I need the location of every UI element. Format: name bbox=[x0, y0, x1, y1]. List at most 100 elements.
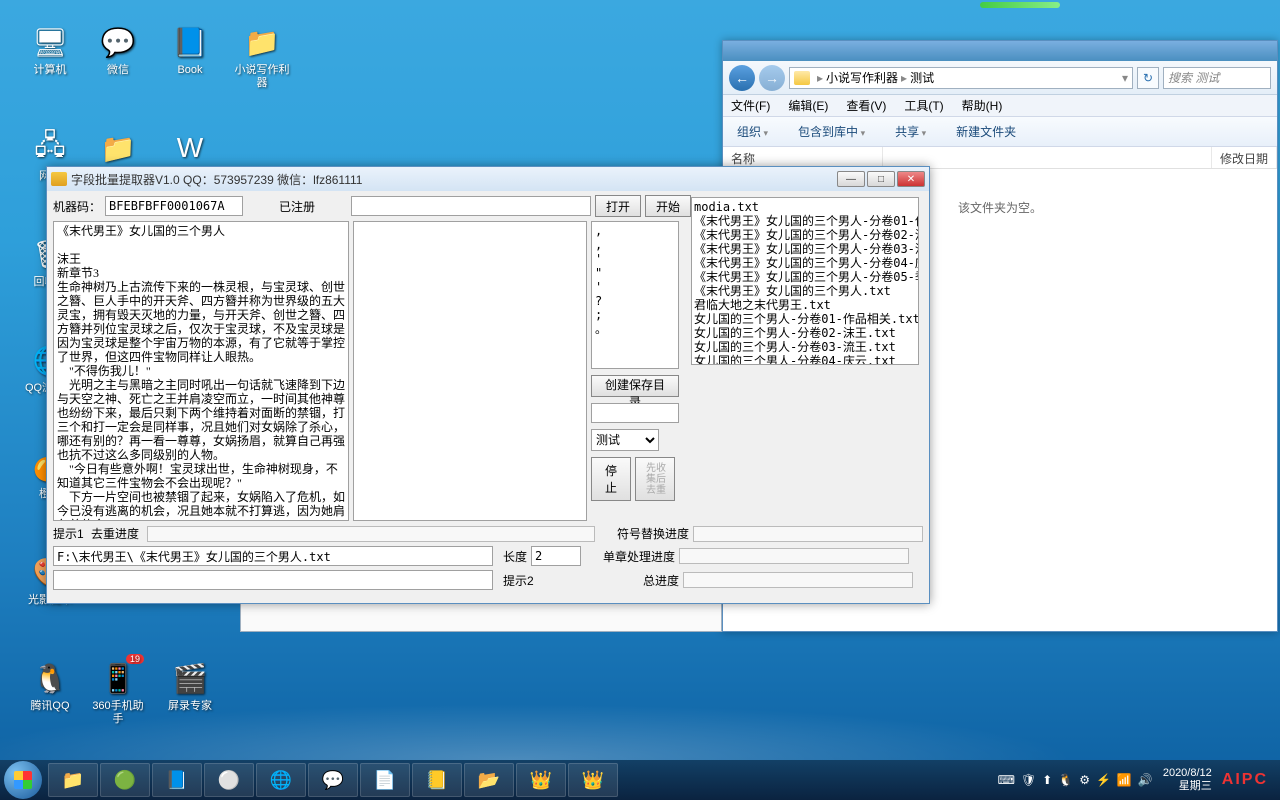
explorer-titlebar[interactable] bbox=[723, 41, 1277, 61]
bottom-input[interactable] bbox=[53, 570, 493, 590]
start-button[interactable]: 开始 bbox=[645, 195, 691, 217]
minimize-button[interactable]: — bbox=[837, 171, 865, 187]
desktop-icon[interactable]: 📁小说写作利器 bbox=[232, 22, 292, 90]
create-dir-button[interactable]: 创建保存目录 bbox=[591, 375, 679, 397]
top-input[interactable] bbox=[351, 196, 591, 216]
taskbar: 📁 🟢 📘 ⚪ 🌐 💬 📄 📒 📂 👑 👑 ⌨ 🛡 ⬆ 🐧 ⚙ ⚡ 📶 🔊 20… bbox=[0, 760, 1280, 800]
icon-label: 360手机助手 bbox=[88, 700, 148, 726]
task-item[interactable]: 📁 bbox=[48, 763, 98, 797]
symbol-progress-label: 符号替换进度 bbox=[609, 525, 689, 542]
task-item[interactable]: 📘 bbox=[152, 763, 202, 797]
breadcrumb-seg[interactable]: 小说写作利器 bbox=[826, 69, 898, 86]
menu-item[interactable]: 查看(V) bbox=[846, 97, 886, 114]
menu-item[interactable]: 编辑(E) bbox=[788, 97, 828, 114]
breadcrumb-sep: ▸ bbox=[898, 71, 910, 85]
start-button[interactable] bbox=[4, 761, 42, 799]
desktop-icon[interactable]: W bbox=[160, 128, 220, 170]
toolbar-item[interactable]: 共享 bbox=[895, 123, 926, 140]
desktop-icon[interactable]: 📱360手机助手19 bbox=[88, 658, 148, 726]
dir-input[interactable] bbox=[591, 403, 679, 423]
app-icon: 📱 bbox=[98, 658, 138, 698]
tip1-label: 提示1 bbox=[53, 525, 87, 542]
test-select[interactable]: 测试 bbox=[591, 429, 659, 451]
toolbar-item[interactable]: 新建文件夹 bbox=[956, 123, 1016, 140]
toolbar-item[interactable]: 包含到库中 bbox=[798, 123, 865, 140]
toolbar-item[interactable]: 组织 bbox=[737, 123, 768, 140]
icon-label: 小说写作利器 bbox=[232, 64, 292, 90]
nav-forward-button[interactable]: → bbox=[759, 65, 785, 91]
stop-button[interactable]: 停止 bbox=[591, 457, 631, 501]
desktop-icon[interactable]: 🎬屏录专家 bbox=[160, 658, 220, 713]
icon-label: 微信 bbox=[88, 64, 148, 77]
address-bar[interactable]: ▸ 小说写作利器 ▸ 测试 ▾ bbox=[789, 67, 1133, 89]
watermark: AIPC bbox=[1222, 771, 1268, 789]
desktop-icon[interactable]: 📁 bbox=[88, 128, 148, 170]
task-item[interactable]: 📂 bbox=[464, 763, 514, 797]
menu-item[interactable]: 文件(F) bbox=[731, 97, 770, 114]
search-input[interactable]: 搜索 测试 bbox=[1163, 67, 1271, 89]
col-date[interactable]: 修改日期 bbox=[1212, 147, 1277, 168]
app-icon: 🐧 bbox=[30, 658, 70, 698]
system-tray: ⌨ 🛡 ⬆ 🐧 ⚙ ⚡ 📶 🔊 2020/8/12 星期三 AIPC bbox=[998, 767, 1276, 793]
task-item[interactable]: 💬 bbox=[308, 763, 358, 797]
badge: 19 bbox=[126, 654, 144, 664]
desktop-icon[interactable]: 🖥计算机 bbox=[20, 22, 80, 77]
desktop-icon[interactable]: 💬微信 bbox=[88, 22, 148, 77]
length-input[interactable] bbox=[531, 546, 581, 566]
main-text-left[interactable]: 《末代男王》女儿国的三个男人 沫王 新章节3 生命神树乃上古流传下来的一株灵根，… bbox=[53, 221, 349, 521]
dedup-button[interactable]: 先收 集后 去重 bbox=[635, 457, 675, 501]
explorer-navbar: ← → ▸ 小说写作利器 ▸ 测试 ▾ ↻ 搜索 测试 bbox=[723, 61, 1277, 95]
folder-icon bbox=[794, 71, 810, 85]
icon-label: Book bbox=[160, 64, 220, 77]
tray-icon[interactable]: ⬆ bbox=[1042, 773, 1052, 787]
task-item[interactable]: 👑 bbox=[516, 763, 566, 797]
file-list[interactable]: modia.txt 《末代男王》女儿国的三个男人-分卷01-作 《末代男王》女儿… bbox=[691, 197, 919, 365]
menu-item[interactable]: 帮助(H) bbox=[962, 97, 1003, 114]
total-progress-bar bbox=[683, 572, 913, 588]
task-item[interactable]: ⚪ bbox=[204, 763, 254, 797]
dedup-progress-label: 去重进度 bbox=[91, 525, 143, 542]
tray-icon[interactable]: ⌨ bbox=[998, 773, 1015, 787]
maximize-button[interactable]: □ bbox=[867, 171, 895, 187]
symbols-box[interactable]: , , ' " ' ? ; 。 bbox=[591, 221, 679, 369]
app-title-text: 字段批量提取器V1.0 QQ：573957239 微信：lfz861111 bbox=[71, 171, 362, 188]
tip2-label: 提示2 bbox=[503, 572, 559, 589]
close-button[interactable]: ✕ bbox=[897, 171, 925, 187]
app-icon bbox=[51, 172, 67, 186]
tray-icon[interactable]: 📶 bbox=[1117, 773, 1132, 787]
filepath-input[interactable] bbox=[53, 546, 493, 566]
app-icon: W bbox=[170, 128, 210, 168]
chapter-progress-bar bbox=[679, 548, 909, 564]
task-items: 📁 🟢 📘 ⚪ 🌐 💬 📄 📒 📂 👑 👑 bbox=[48, 763, 618, 797]
machine-code-label: 机器码： bbox=[53, 198, 101, 215]
open-button[interactable]: 打开 bbox=[595, 195, 641, 217]
clock[interactable]: 2020/8/12 星期三 bbox=[1163, 767, 1212, 793]
task-item[interactable]: 👑 bbox=[568, 763, 618, 797]
icon-label: 腾讯QQ bbox=[20, 700, 80, 713]
tray-icon[interactable]: 🔊 bbox=[1138, 773, 1153, 787]
menu-item[interactable]: 工具(T) bbox=[904, 97, 943, 114]
col-name[interactable]: 名称 bbox=[723, 147, 883, 168]
app-titlebar[interactable]: 字段批量提取器V1.0 QQ：573957239 微信：lfz861111 — … bbox=[47, 167, 929, 191]
app-icon: 🎬 bbox=[170, 658, 210, 698]
breadcrumb-seg[interactable]: 测试 bbox=[910, 69, 934, 86]
nav-back-button[interactable]: ← bbox=[729, 65, 755, 91]
task-item[interactable]: 📄 bbox=[360, 763, 410, 797]
main-text-mid[interactable] bbox=[353, 221, 587, 521]
task-item[interactable]: 🟢 bbox=[100, 763, 150, 797]
desktop-icon[interactable]: 🐧 腾讯QQ bbox=[20, 658, 80, 713]
desktop-icon[interactable]: 📘 Book bbox=[160, 22, 220, 77]
app-icon: 📘 bbox=[170, 22, 210, 62]
reg-status: 已注册 bbox=[247, 198, 347, 215]
task-item[interactable]: 📒 bbox=[412, 763, 462, 797]
refresh-button[interactable]: ↻ bbox=[1137, 67, 1159, 89]
machine-code-input[interactable] bbox=[105, 196, 243, 216]
tray-icon[interactable]: ⚡ bbox=[1096, 773, 1111, 787]
chapter-progress-label: 单章处理进度 bbox=[595, 548, 675, 565]
task-item[interactable]: 🌐 bbox=[256, 763, 306, 797]
tray-icon[interactable]: 🐧 bbox=[1058, 773, 1073, 787]
dropdown-icon[interactable]: ▾ bbox=[1122, 71, 1128, 85]
tray-icon[interactable]: ⚙ bbox=[1079, 773, 1090, 787]
progress-indicator bbox=[980, 2, 1060, 8]
tray-icon[interactable]: 🛡 bbox=[1021, 773, 1036, 787]
